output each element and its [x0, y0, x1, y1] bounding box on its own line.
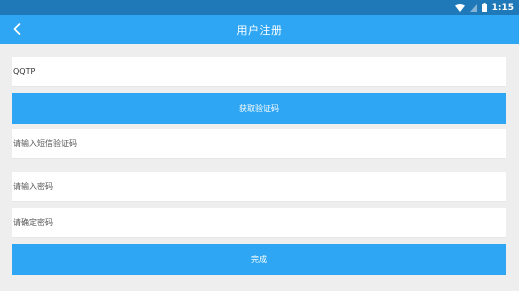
password-field — [12, 172, 506, 202]
sms-code-input[interactable] — [12, 129, 506, 158]
get-code-button[interactable]: 获取验证码 — [12, 93, 506, 124]
submit-label: 完成 — [251, 255, 267, 264]
sms-code-field — [12, 129, 506, 159]
status-bar: 1:15 — [0, 0, 519, 15]
wifi-icon — [454, 3, 465, 12]
confirm-password-input[interactable] — [12, 208, 506, 237]
confirm-password-field — [12, 208, 506, 238]
chevron-left-icon — [13, 20, 21, 39]
get-code-label: 获取验证码 — [239, 104, 279, 113]
app-bar: 用户注册 — [0, 15, 519, 44]
password-input[interactable] — [12, 172, 506, 201]
battery-icon — [481, 3, 487, 12]
back-button[interactable] — [7, 15, 27, 44]
username-input[interactable] — [12, 57, 506, 86]
submit-button[interactable]: 完成 — [12, 244, 506, 275]
page-title: 用户注册 — [236, 23, 283, 37]
status-time: 1:15 — [491, 2, 514, 13]
username-field — [12, 57, 506, 87]
signal-icon — [469, 3, 477, 12]
